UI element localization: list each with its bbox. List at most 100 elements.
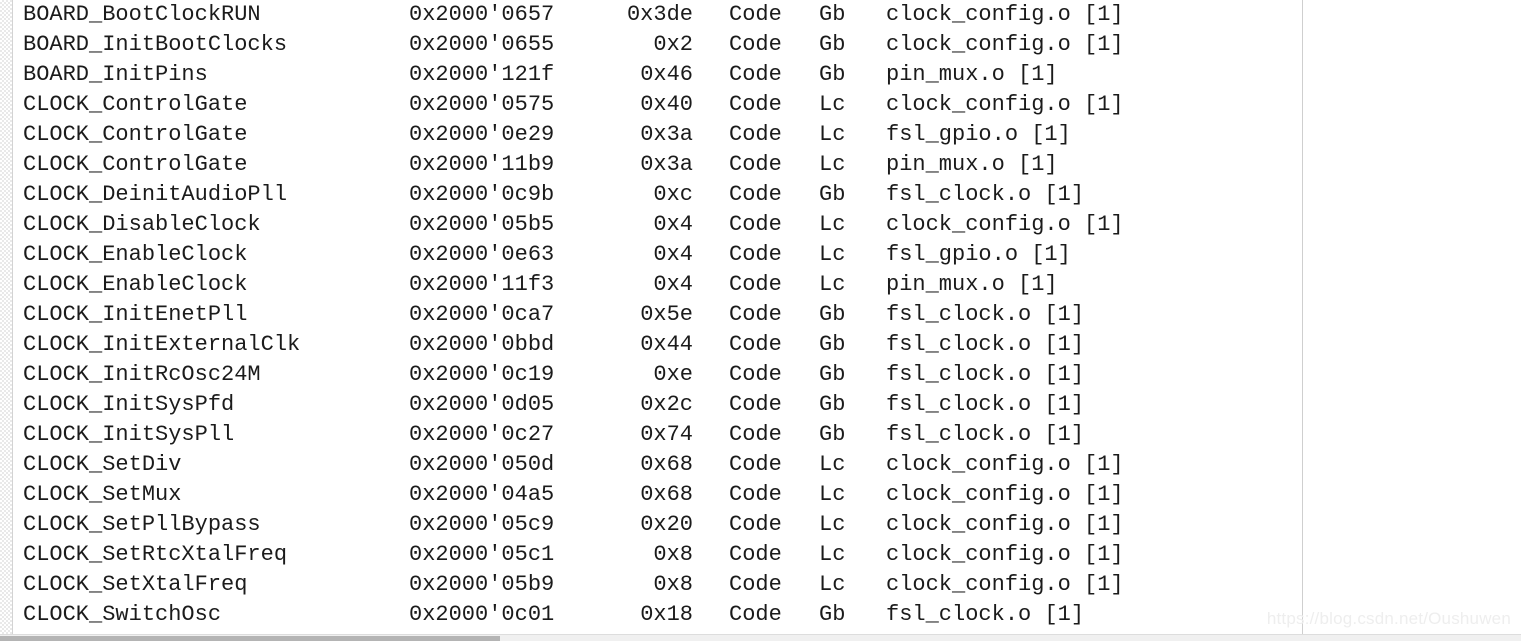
symbol-object-file: fsl_clock.o [1]: [886, 332, 1085, 357]
symbol-address: 0x2000'0655: [409, 32, 555, 57]
table-row[interactable]: CLOCK_InitExternalClk 0x2000'0bbd 0x44 Code…: [0, 330, 1521, 360]
symbol-size: 0x20: [640, 512, 693, 537]
symbol-binding: Gb: [819, 302, 846, 327]
symbol-name: CLOCK_ControlGate: [23, 92, 248, 117]
symbol-kind: Code: [729, 152, 782, 177]
symbol-object-file: fsl_gpio.o [1]: [886, 122, 1071, 147]
symbol-name: CLOCK_InitExternalClk: [23, 332, 301, 357]
symbol-kind: Code: [729, 572, 782, 597]
table-row[interactable]: CLOCK_InitEnetPll 0x2000'0ca7 0x5e Code Gb fs…: [0, 300, 1521, 330]
table-row[interactable]: CLOCK_InitRcOsc24M 0x2000'0c19 0xe Code Gb fs…: [0, 360, 1521, 390]
symbol-kind: Code: [729, 512, 782, 537]
symbol-address: 0x2000'0ca7: [409, 302, 555, 327]
watermark: https://blog.csdn.net/Oushuwen: [1266, 609, 1511, 628]
table-row[interactable]: CLOCK_SetRtcXtalFreq 0x2000'05c1 0x8 Code Lc…: [0, 540, 1521, 570]
symbol-object-file: pin_mux.o [1]: [886, 272, 1058, 297]
table-row[interactable]: CLOCK_SetPllBypass 0x2000'05c9 0x20 Code Lc c…: [0, 510, 1521, 540]
symbol-address: 0x2000'0e29: [409, 122, 555, 147]
symbol-size: 0x44: [640, 332, 693, 357]
symbol-size: 0x8: [653, 572, 693, 597]
symbol-binding: Gb: [819, 332, 846, 357]
symbol-name: CLOCK_SetMux: [23, 482, 182, 507]
table-row[interactable]: CLOCK_InitSysPfd 0x2000'0d05 0x2c Code Gb fsl…: [0, 390, 1521, 420]
table-row[interactable]: BOARD_InitBootClocks 0x2000'0655 0x2 Code Gb…: [0, 30, 1521, 60]
symbol-name: CLOCK_SetRtcXtalFreq: [23, 542, 288, 567]
symbol-kind: Code: [729, 182, 782, 207]
symbol-object-file: clock_config.o [1]: [886, 212, 1124, 237]
symbol-size: 0x4: [653, 272, 693, 297]
symbol-kind: Code: [729, 482, 782, 507]
table-row[interactable]: CLOCK_InitSysPll 0x2000'0c27 0x74 Code Gb fsl…: [0, 420, 1521, 450]
symbol-address: 0x2000'04a5: [409, 482, 555, 507]
symbol-kind: Code: [729, 392, 782, 417]
symbol-size: 0x3de: [626, 2, 693, 27]
symbol-binding: Lc: [819, 572, 846, 597]
table-row[interactable]: BOARD_InitPins 0x2000'121f 0x46 Code Gb pin_m…: [0, 60, 1521, 90]
table-row[interactable]: CLOCK_ControlGate 0x2000'11b9 0x3a Code Lc pi…: [0, 150, 1521, 180]
table-row[interactable]: CLOCK_ControlGate 0x2000'0575 0x40 Code Lc cl…: [0, 90, 1521, 120]
symbol-binding: Gb: [819, 2, 846, 27]
symbol-binding: Lc: [819, 212, 846, 237]
table-row[interactable]: CLOCK_DeinitAudioPll 0x2000'0c9b 0xc Code Gb…: [0, 180, 1521, 210]
symbol-address: 0x2000'05c1: [409, 542, 555, 567]
horizontal-scrollbar[interactable]: [0, 634, 1521, 641]
symbol-address: 0x2000'0c19: [409, 362, 555, 387]
symbol-size: 0x18: [640, 602, 693, 627]
symbol-size: 0x5e: [640, 302, 693, 327]
symbol-size: 0x4: [653, 212, 693, 237]
symbol-binding: Lc: [819, 542, 846, 567]
symbol-address: 0x2000'0657: [409, 2, 555, 27]
symbol-object-file: pin_mux.o [1]: [886, 62, 1058, 87]
symbol-object-file: fsl_clock.o [1]: [886, 362, 1085, 387]
table-row[interactable]: CLOCK_EnableClock 0x2000'0e63 0x4 Code Lc fsl…: [0, 240, 1521, 270]
horizontal-scrollbar-thumb[interactable]: [0, 636, 500, 641]
symbol-address: 0x2000'0d05: [409, 392, 555, 417]
symbol-size: 0xe: [653, 362, 693, 387]
symbol-table[interactable]: BOARD_BootClockRUN 0x2000'0657 0x3de Code Gb…: [0, 0, 1521, 634]
symbol-binding: Lc: [819, 242, 846, 267]
symbol-size: 0x3a: [640, 152, 693, 177]
symbol-address: 0x2000'0c01: [409, 602, 555, 627]
table-row[interactable]: CLOCK_SetDiv 0x2000'050d 0x68 Code Lc clock_c…: [0, 450, 1521, 480]
symbol-address: 0x2000'11b9: [409, 152, 555, 177]
symbol-name: CLOCK_SetPllBypass: [23, 512, 261, 537]
symbol-kind: Code: [729, 92, 782, 117]
symbol-size: 0x46: [640, 62, 693, 87]
symbol-object-file: fsl_clock.o [1]: [886, 302, 1085, 327]
symbol-binding: Lc: [819, 482, 846, 507]
table-row[interactable]: CLOCK_DisableClock 0x2000'05b5 0x4 Code Lc cl…: [0, 210, 1521, 240]
symbol-object-file: clock_config.o [1]: [886, 92, 1124, 117]
symbol-address: 0x2000'0bbd: [409, 332, 555, 357]
symbol-address: 0x2000'05c9: [409, 512, 555, 537]
symbol-binding: Gb: [819, 362, 846, 387]
symbol-kind: Code: [729, 452, 782, 477]
symbol-object-file: fsl_clock.o [1]: [886, 392, 1085, 417]
symbol-kind: Code: [729, 62, 782, 87]
table-row[interactable]: CLOCK_SetMux 0x2000'04a5 0x68 Code Lc clock_c…: [0, 480, 1521, 510]
symbol-object-file: fsl_clock.o [1]: [886, 422, 1085, 447]
symbol-object-file: clock_config.o [1]: [886, 542, 1124, 567]
symbol-kind: Code: [729, 302, 782, 327]
symbol-kind: Code: [729, 32, 782, 57]
symbol-name: CLOCK_SwitchOsc: [23, 602, 222, 627]
symbol-name: CLOCK_InitSysPll: [23, 422, 235, 447]
symbol-kind: Code: [729, 242, 782, 267]
symbol-object-file: fsl_clock.o [1]: [886, 182, 1085, 207]
symbol-name: CLOCK_DisableClock: [23, 212, 261, 237]
symbol-name: CLOCK_InitRcOsc24M: [23, 362, 261, 387]
symbol-address: 0x2000'121f: [409, 62, 555, 87]
symbol-kind: Code: [729, 542, 782, 567]
table-row[interactable]: CLOCK_SetXtalFreq 0x2000'05b9 0x8 Code Lc clo…: [0, 570, 1521, 600]
symbol-size: 0x68: [640, 452, 693, 477]
symbol-object-file: clock_config.o [1]: [886, 452, 1124, 477]
table-row[interactable]: CLOCK_EnableClock 0x2000'11f3 0x4 Code Lc pin…: [0, 270, 1521, 300]
symbol-binding: Lc: [819, 512, 846, 537]
table-row[interactable]: BOARD_BootClockRUN 0x2000'0657 0x3de Code Gb…: [0, 0, 1521, 30]
symbol-object-file: clock_config.o [1]: [886, 32, 1124, 57]
symbol-address: 0x2000'0575: [409, 92, 555, 117]
table-row[interactable]: CLOCK_ControlGate 0x2000'0e29 0x3a Code Lc fs…: [0, 120, 1521, 150]
symbol-address: 0x2000'11f3: [409, 272, 555, 297]
symbol-binding: Lc: [819, 452, 846, 477]
symbol-name: CLOCK_ControlGate: [23, 122, 248, 147]
symbol-size: 0x74: [640, 422, 693, 447]
